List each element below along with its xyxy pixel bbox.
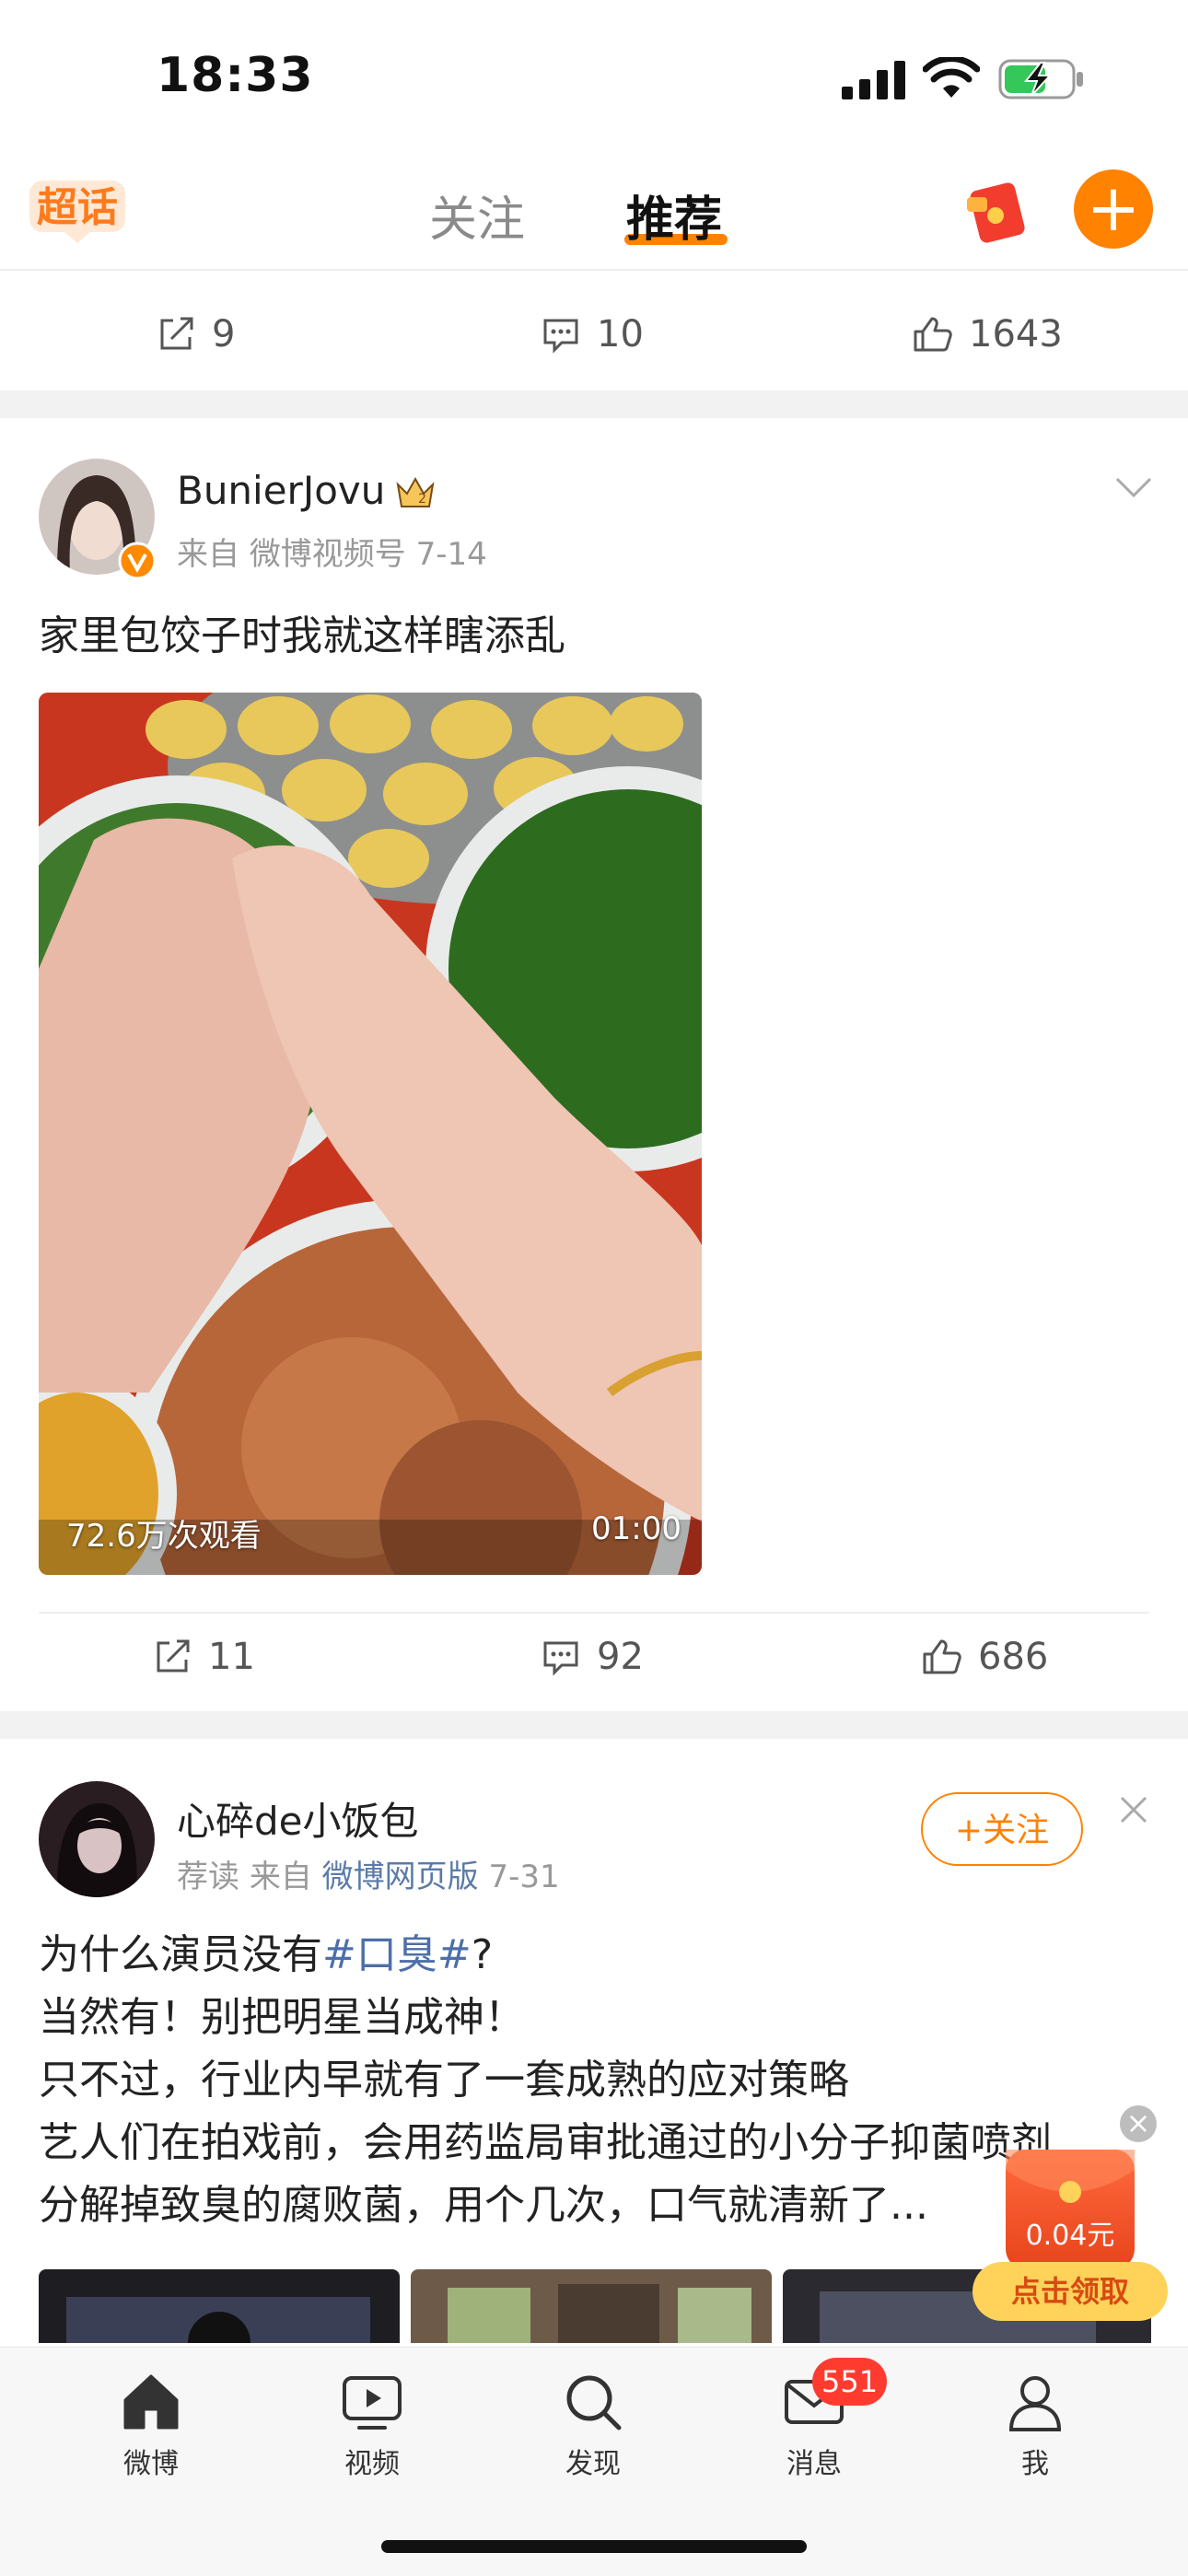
repost-icon: [160, 317, 193, 350]
video-thumbnail: [39, 693, 702, 1575]
tab-weibo-label: 微博: [123, 2448, 179, 2480]
claim-button[interactable]: 点击领取: [973, 2262, 1168, 2321]
post-image-1[interactable]: [39, 2269, 400, 2343]
status-time: 18:33: [157, 48, 314, 103]
video-duration: 01:00: [591, 1510, 681, 1547]
repost-button[interactable]: 9: [155, 313, 235, 356]
meta-source[interactable]: 微博网页版: [322, 1859, 479, 1895]
repost-icon: [157, 1639, 190, 1673]
tab-discover-label: 发现: [565, 2448, 621, 2480]
repost-count: 9: [212, 313, 236, 356]
post-text-line-2: 当然有！别把明星当成神！: [39, 1994, 525, 2041]
messages-badge: 551: [812, 2358, 888, 2406]
post-text-line-5: 分解掉致臭的腐败菌，用个几次，口气就清新了...: [39, 2182, 928, 2229]
tab-me-label: 我: [1021, 2448, 1049, 2480]
post-meta: 来自 微博视频号 7-14: [177, 529, 487, 574]
home-indicator: [381, 2540, 807, 2553]
floating-ad-close-button[interactable]: ×: [1120, 2105, 1157, 2142]
post-meta: 荐读 来自 微博网页版 7-31: [177, 1851, 560, 1896]
chevron-down-icon[interactable]: [1114, 475, 1153, 499]
text-fragment: 为什么演员没有: [39, 1931, 322, 1978]
home-icon: [123, 2374, 179, 2430]
repost-button[interactable]: 11: [151, 1636, 255, 1678]
thumbs-up-icon: [923, 1639, 961, 1674]
text-fragment: ?: [471, 1931, 494, 1978]
hashtag-link[interactable]: #口臭#: [322, 1931, 472, 1978]
meta-date: 7-31: [488, 1859, 560, 1895]
verified-badge-icon: [118, 542, 157, 580]
search-icon: [566, 2375, 622, 2430]
tab-recommend[interactable]: 推荐: [626, 181, 722, 250]
tab-follow[interactable]: 关注: [429, 181, 525, 250]
video-play-icon: [343, 2376, 402, 2430]
post-image-2[interactable]: [411, 2269, 772, 2343]
post-text: 家里包饺子时我就这样瞎添乱: [39, 612, 565, 659]
supertopic-logo-icon[interactable]: 超话: [28, 177, 129, 245]
meta-source[interactable]: 微博视频号: [250, 536, 406, 573]
meta-from: 来自: [177, 536, 239, 573]
comment-icon: [543, 1641, 578, 1676]
red-packet-icon[interactable]: [965, 179, 1030, 245]
feed-separator: [0, 390, 1188, 418]
thumbs-up-icon: [914, 317, 952, 352]
meta-date: 7-14: [415, 536, 487, 573]
repost-count: 11: [208, 1636, 255, 1678]
avatar[interactable]: [39, 1781, 155, 1897]
member-crown-icon: 2: [396, 476, 435, 507]
wifi-icon: [923, 57, 980, 98]
profile-icon: [1008, 2376, 1062, 2431]
post-text-line-1: 为什么演员没有#口臭#?: [39, 1925, 493, 1986]
comment-icon: [543, 319, 578, 354]
tab-discover[interactable]: 发现: [533, 2369, 653, 2481]
comment-count: 92: [597, 1636, 644, 1678]
post-divider: [39, 1612, 1149, 1614]
tab-messages-label: 消息: [786, 2448, 842, 2480]
post-text-line-3: 只不过，行业内早就有了一套成熟的应对策略: [39, 2057, 849, 2104]
comment-count: 10: [597, 313, 644, 356]
comment-button[interactable]: 10: [540, 313, 644, 356]
close-icon[interactable]: [1118, 1794, 1149, 1825]
tab-me[interactable]: 我: [975, 2369, 1095, 2481]
tab-video[interactable]: 视频: [312, 2369, 432, 2481]
nav-divider: [0, 269, 1188, 271]
tab-video-label: 视频: [344, 2448, 400, 2480]
follow-button[interactable]: +关注: [921, 1792, 1083, 1866]
post-username[interactable]: BunierJovu: [177, 468, 385, 513]
post-username[interactable]: 心碎de小饭包: [177, 1790, 419, 1847]
like-count: 686: [978, 1636, 1049, 1678]
meta-recommend-tag: 荐读: [177, 1859, 239, 1895]
like-button[interactable]: 686: [921, 1636, 1048, 1678]
video-player[interactable]: [39, 693, 702, 1575]
feed-separator: [0, 1711, 1188, 1739]
meta-from: 来自: [249, 1859, 312, 1895]
like-count: 1643: [969, 313, 1063, 356]
supertopic-label: 超话: [37, 184, 118, 231]
red-packet-amount: 0.04元: [1025, 2220, 1115, 2252]
video-view-count: 72.6万次观看: [66, 1518, 262, 1555]
comment-button[interactable]: 92: [540, 1636, 644, 1678]
compose-plus-button[interactable]: +: [1074, 169, 1153, 249]
cellular-signal-icon: [842, 61, 905, 99]
battery-charging-icon: [998, 59, 1083, 99]
tab-weibo[interactable]: 微博: [91, 2369, 211, 2481]
post-text-line-4: 艺人们在拍戏前，会用药监局审批通过的小分子抑菌喷剂: [39, 2119, 1052, 2166]
like-button[interactable]: 1643: [912, 313, 1063, 356]
svg-text:2: 2: [418, 492, 426, 507]
